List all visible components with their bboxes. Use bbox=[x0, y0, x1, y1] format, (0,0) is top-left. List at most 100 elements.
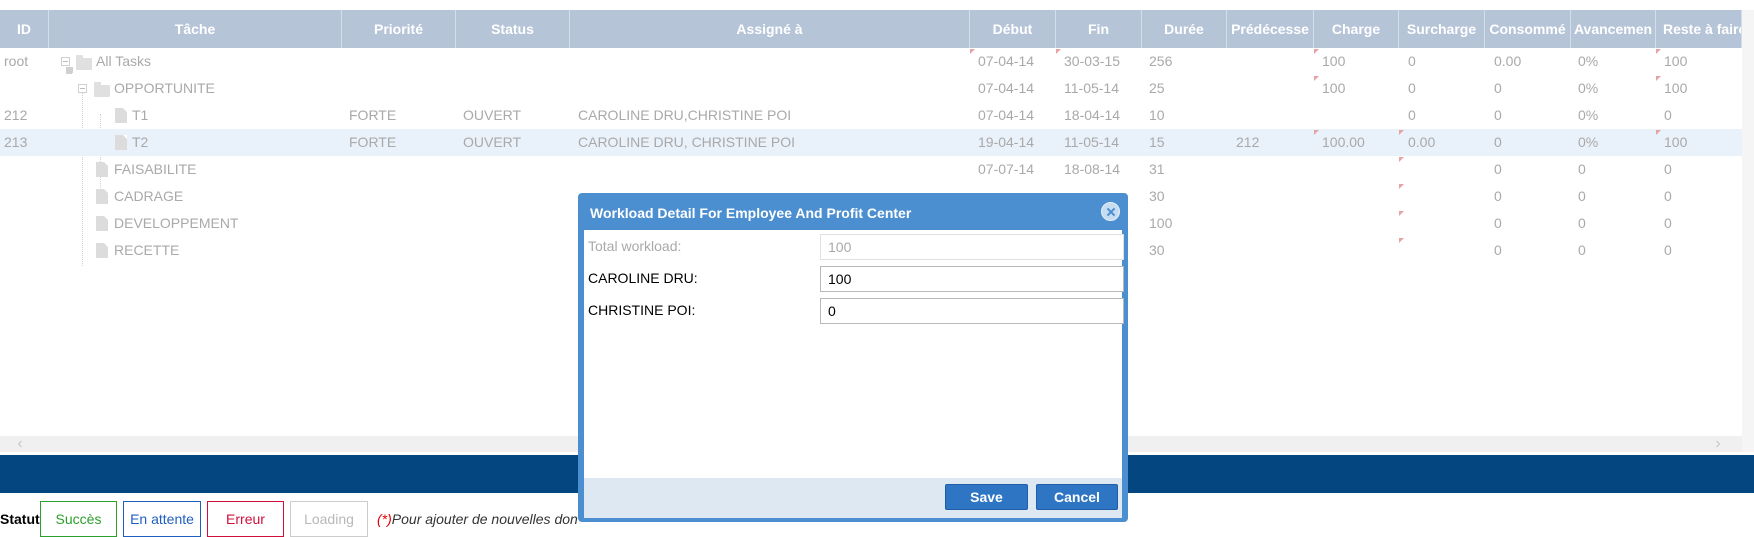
cell-progress: 0% bbox=[1578, 53, 1599, 69]
total-workload-field bbox=[820, 234, 1124, 260]
cell-remaining: 100 bbox=[1664, 134, 1688, 150]
column-header-start[interactable]: Début bbox=[970, 10, 1056, 48]
document-icon bbox=[96, 189, 108, 204]
cell-start: 07-04-14 bbox=[978, 107, 1035, 123]
cell-predecessor: 212 bbox=[1236, 134, 1260, 150]
collapse-icon[interactable] bbox=[78, 84, 87, 93]
column-header-consumed[interactable]: Consommé bbox=[1485, 10, 1571, 48]
table-row-selected[interactable]: 213 T2 FORTE OUVERT CAROLINE DRU, CHRIST… bbox=[0, 129, 1742, 156]
column-header-overload[interactable]: Surcharge bbox=[1399, 10, 1485, 48]
cell-charge: 100 bbox=[1322, 53, 1346, 69]
document-icon bbox=[115, 135, 127, 150]
save-button[interactable]: Save bbox=[945, 484, 1028, 510]
cell-overload: 0 bbox=[1408, 53, 1416, 69]
dirty-marker bbox=[1314, 76, 1319, 81]
column-header-priority[interactable]: Priorité bbox=[342, 10, 456, 48]
table-row[interactable]: FAISABILITE 07-07-14 18-08-14 31 0 0 0 bbox=[0, 156, 1742, 183]
cell-consumed: 0 bbox=[1494, 188, 1502, 204]
cell-progress: 0% bbox=[1578, 107, 1599, 123]
collapse-icon[interactable] bbox=[61, 57, 70, 66]
cell-duration: 10 bbox=[1149, 107, 1165, 123]
scroll-right-icon[interactable]: › bbox=[1710, 436, 1726, 452]
cell-consumed: 0 bbox=[1494, 80, 1502, 96]
cell-charge: 100 bbox=[1322, 80, 1346, 96]
help-note-text: Pour ajouter de nouvelles don bbox=[391, 511, 578, 527]
dirty-marker bbox=[970, 49, 975, 54]
column-header-end[interactable]: Fin bbox=[1056, 10, 1142, 48]
cell-status: OUVERT bbox=[463, 134, 522, 150]
cell-start: 07-04-14 bbox=[978, 53, 1035, 69]
cell-duration: 25 bbox=[1149, 80, 1165, 96]
document-icon bbox=[96, 162, 108, 177]
vertical-scrollbar[interactable] bbox=[1742, 10, 1754, 452]
cell-consumed: 0 bbox=[1494, 107, 1502, 123]
cell-task: T1 bbox=[132, 107, 149, 123]
cell-duration: 30 bbox=[1149, 242, 1165, 258]
cell-duration: 256 bbox=[1149, 53, 1173, 69]
status-error-button[interactable]: Erreur bbox=[207, 501, 284, 537]
cell-duration: 30 bbox=[1149, 188, 1165, 204]
cell-task: OPPORTUNITE bbox=[114, 80, 215, 96]
cell-start: 07-04-14 bbox=[978, 80, 1035, 96]
cell-progress: 0 bbox=[1578, 215, 1586, 231]
column-header-id[interactable]: ID bbox=[0, 10, 49, 48]
dialog-footer: Save Cancel bbox=[584, 478, 1122, 518]
cell-task: RECETTE bbox=[114, 242, 180, 258]
column-header-assigned[interactable]: Assigné à bbox=[570, 10, 970, 48]
employee-workload-input[interactable] bbox=[820, 298, 1124, 324]
status-loading-button[interactable]: Loading bbox=[290, 501, 368, 537]
cell-task: FAISABILITE bbox=[114, 161, 197, 177]
column-header-task[interactable]: Tâche bbox=[49, 10, 342, 48]
cell-consumed: 0.00 bbox=[1494, 53, 1522, 69]
close-icon[interactable] bbox=[1101, 202, 1120, 221]
cell-end: 30-03-15 bbox=[1064, 53, 1121, 69]
cell-consumed: 0 bbox=[1494, 161, 1502, 177]
cell-consumed: 0 bbox=[1494, 242, 1502, 258]
dirty-marker bbox=[1656, 49, 1661, 54]
grid-header: ID Tâche Priorité Status Assigné à Début… bbox=[0, 10, 1742, 48]
column-header-remaining[interactable]: Reste à faire bbox=[1656, 10, 1742, 48]
cell-remaining: 0 bbox=[1664, 161, 1672, 177]
status-pending-button[interactable]: En attente bbox=[123, 501, 201, 537]
dirty-marker bbox=[1399, 238, 1404, 243]
dialog-title: Workload Detail For Employee And Profit … bbox=[590, 205, 912, 221]
required-marker: (*) bbox=[377, 511, 392, 527]
employee-workload-input[interactable] bbox=[820, 266, 1124, 292]
table-row[interactable]: root All Tasks 07-04-14 30-03-15 256 100… bbox=[0, 48, 1742, 75]
document-icon bbox=[115, 108, 127, 123]
cell-consumed: 0 bbox=[1494, 215, 1502, 231]
column-header-predecessor[interactable]: Prédécesse bbox=[1227, 10, 1314, 48]
dirty-marker bbox=[1399, 157, 1404, 162]
column-header-status[interactable]: Status bbox=[456, 10, 570, 48]
cell-id: 212 bbox=[4, 107, 28, 123]
folder-icon bbox=[94, 82, 110, 97]
cell-progress: 0 bbox=[1578, 242, 1586, 258]
workload-dialog: Workload Detail For Employee And Profit … bbox=[578, 193, 1128, 522]
scroll-left-icon[interactable]: ‹ bbox=[12, 436, 28, 452]
cell-overload: 0.00 bbox=[1408, 134, 1436, 150]
cell-end: 18-08-14 bbox=[1064, 161, 1121, 177]
cell-assigned: CAROLINE DRU,CHRISTINE POI bbox=[578, 107, 792, 123]
dirty-marker bbox=[1314, 49, 1319, 54]
total-workload-label: Total workload: bbox=[588, 238, 682, 254]
status-success-button[interactable]: Succès bbox=[40, 501, 117, 537]
cell-task: T2 bbox=[132, 134, 149, 150]
column-header-charge[interactable]: Charge bbox=[1314, 10, 1399, 48]
cell-id: root bbox=[4, 53, 29, 69]
column-header-duration[interactable]: Durée bbox=[1142, 10, 1227, 48]
cell-end: 18-04-14 bbox=[1064, 107, 1121, 123]
column-header-progress[interactable]: Avancemen bbox=[1571, 10, 1656, 48]
app-root: ID Tâche Priorité Status Assigné à Début… bbox=[0, 0, 1754, 537]
dirty-marker bbox=[1399, 184, 1404, 189]
cell-task: All Tasks bbox=[96, 53, 151, 69]
cancel-button[interactable]: Cancel bbox=[1036, 484, 1118, 510]
cell-id: 213 bbox=[4, 134, 28, 150]
table-row[interactable]: OPPORTUNITE 07-04-14 11-05-14 25 100 0 0… bbox=[0, 75, 1742, 102]
cell-overload: 0 bbox=[1408, 107, 1416, 123]
cell-duration: 15 bbox=[1149, 134, 1165, 150]
cell-remaining: 0 bbox=[1664, 215, 1672, 231]
cell-end: 11-05-14 bbox=[1064, 134, 1120, 150]
cell-remaining: 100 bbox=[1664, 53, 1688, 69]
cell-start: 07-07-14 bbox=[978, 161, 1035, 177]
table-row[interactable]: 212 T1 FORTE OUVERT CAROLINE DRU,CHRISTI… bbox=[0, 102, 1742, 129]
